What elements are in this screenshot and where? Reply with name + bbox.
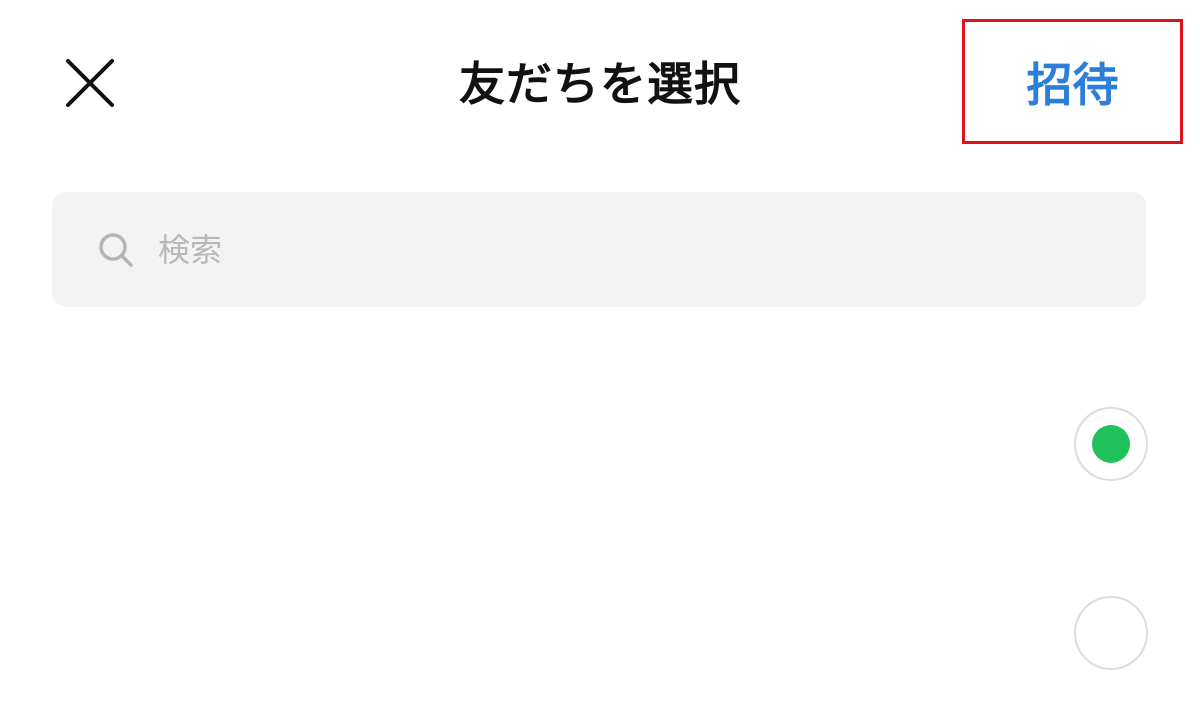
header: 友だちを選択 招待 <box>0 0 1200 165</box>
friend-row-2[interactable] <box>0 540 1200 725</box>
selected-dot <box>1092 425 1130 463</box>
select-friends-screen: 友だちを選択 招待 <box>0 0 1200 725</box>
search-input[interactable] <box>158 230 1058 269</box>
search-box[interactable] <box>52 192 1146 307</box>
invite-button-label: 招待 <box>1026 57 1119 112</box>
friend-select-radio-unselected[interactable] <box>1074 596 1148 670</box>
search-icon <box>96 230 136 270</box>
invite-button[interactable]: 招待 <box>962 19 1183 144</box>
friend-row-1[interactable] <box>0 350 1200 540</box>
friend-select-radio-selected[interactable] <box>1074 407 1148 481</box>
